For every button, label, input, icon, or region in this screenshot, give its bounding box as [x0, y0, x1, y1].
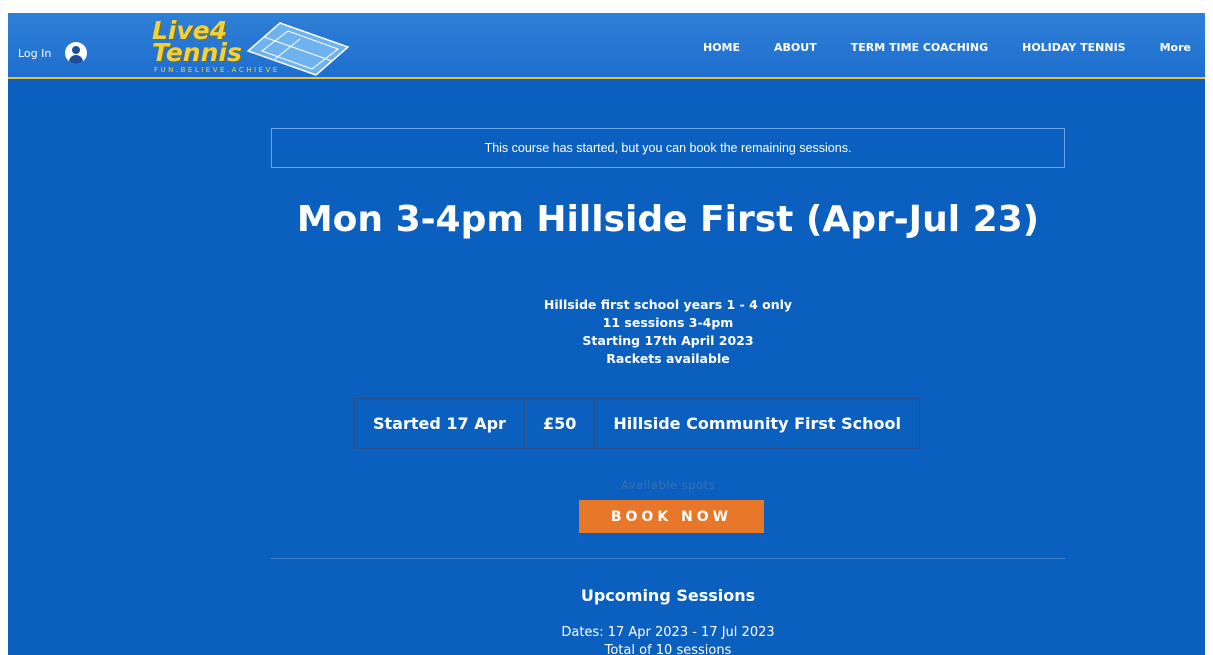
description-line: Starting 17th April 2023 [582, 333, 754, 348]
session-total: Total of 10 sessions [604, 643, 732, 655]
course-price: £50 [525, 399, 596, 448]
course-started-notice: This course has started, but you can boo… [271, 128, 1065, 168]
login-button[interactable]: Log In [18, 42, 88, 64]
session-dates: Dates: 17 Apr 2023 - 17 Jul 2023 [561, 625, 775, 640]
course-title: Mon 3-4pm Hillside First (Apr-Jul 23) [296, 199, 1040, 240]
book-now-button[interactable]: BOOK NOW [579, 500, 764, 533]
nav-home[interactable]: HOME [703, 41, 740, 54]
site-header: Log In Live4 Tennis FUN.BELIEVE.ACHIEVE … [8, 13, 1205, 79]
course-location: Hillside Community First School [613, 414, 901, 433]
upcoming-sessions-heading: Upcoming Sessions [580, 586, 756, 605]
description-line: 11 sessions 3-4pm [602, 315, 734, 330]
account-circle-icon[interactable] [65, 42, 88, 64]
main-nav: HOME ABOUT TERM TIME COACHING HOLIDAY TE… [703, 41, 1191, 54]
nav-term-time-coaching[interactable]: TERM TIME COACHING [851, 41, 988, 54]
available-spots-label: Available spots [620, 478, 716, 492]
description-line: Rackets available [606, 351, 730, 366]
site-logo[interactable]: Live4 Tennis FUN.BELIEVE.ACHIEVE [146, 15, 356, 77]
nav-holiday-tennis[interactable]: HOLIDAY TENNIS [1022, 41, 1126, 54]
course-info-bar: Started 17 Apr £50 Hillside Community Fi… [354, 398, 920, 449]
nav-about[interactable]: ABOUT [774, 41, 817, 54]
logo-tagline: FUN.BELIEVE.ACHIEVE [154, 66, 280, 74]
description-line: Hillside first school years 1 - 4 only [543, 297, 793, 312]
course-description: Hillside first school years 1 - 4 only 1… [271, 296, 1065, 368]
login-label[interactable]: Log In [18, 47, 51, 60]
divider [271, 558, 1065, 559]
page-frame: Log In Live4 Tennis FUN.BELIEVE.ACHIEVE … [8, 13, 1205, 655]
nav-more[interactable]: More [1160, 41, 1191, 54]
logo-text-line2: Tennis [152, 38, 242, 67]
course-start-date: Started 17 Apr [355, 399, 525, 448]
